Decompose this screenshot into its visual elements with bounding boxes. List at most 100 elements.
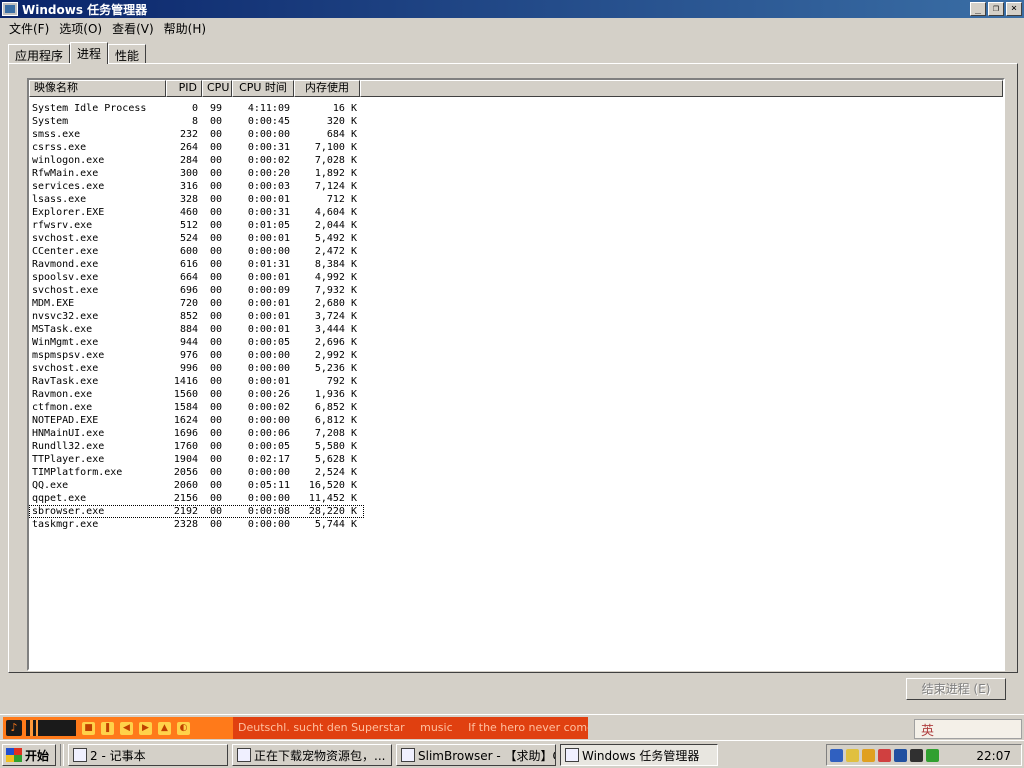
task-slimbrowser[interactable]: SlimBrowser - 【求助】C... — [396, 744, 556, 766]
cpu-time-cell: 0:00:03 — [247, 181, 290, 192]
process-row[interactable]: System Idle Process 0 99 4:11:09 16 K — [29, 102, 1003, 115]
process-name-cell: qqpet.exe — [32, 493, 87, 504]
title-bar[interactable]: Windows 任务管理器 _ ❐ × — [0, 0, 1024, 18]
process-row[interactable]: ctfmon.exe 1584 00 0:00:02 6,852 K — [29, 401, 1003, 414]
process-row[interactable]: winlogon.exe 284 00 0:00:02 7,028 K — [29, 154, 1003, 167]
start-button[interactable]: 开始 — [2, 744, 56, 766]
process-row[interactable]: mspmspsv.exe 976 00 0:00:00 2,992 K — [29, 349, 1003, 362]
column-header-pid[interactable]: PID — [166, 80, 202, 97]
column-header-cpu-time[interactable]: CPU 时间 — [232, 80, 294, 97]
pid-cell: 944 — [179, 337, 198, 348]
speaker-icon[interactable] — [846, 748, 859, 762]
process-row[interactable]: Ravmon.exe 1560 00 0:00:26 1,936 K — [29, 388, 1003, 401]
process-row[interactable]: NOTEPAD.EXE 1624 00 0:00:00 6,812 K — [29, 414, 1003, 427]
column-header-memory[interactable]: 内存使用 — [294, 80, 360, 97]
process-row[interactable]: System 8 00 0:00:45 320 K — [29, 115, 1003, 128]
qq-penguin-icon[interactable] — [910, 748, 923, 762]
process-row[interactable]: csrss.exe 264 00 0:00:31 7,100 K — [29, 141, 1003, 154]
pid-cell: 2192 — [173, 506, 198, 517]
cpu-cell: 00 — [210, 142, 223, 153]
pid-cell: 2056 — [173, 467, 198, 478]
process-name-cell: System Idle Process — [32, 103, 147, 114]
process-row[interactable]: RavTask.exe 1416 00 0:00:01 792 K — [29, 375, 1003, 388]
process-row[interactable]: CCenter.exe 600 00 0:00:00 2,472 K — [29, 245, 1003, 258]
forward-icon[interactable]: ▶ — [139, 721, 152, 735]
process-name-cell: services.exe — [32, 181, 105, 192]
process-row[interactable]: MDM.EXE 720 00 0:00:01 2,680 K — [29, 297, 1003, 310]
column-header-image-name[interactable]: 映像名称 — [29, 80, 166, 97]
umbrella-icon[interactable] — [862, 748, 875, 762]
rewind-icon[interactable]: ◀ — [120, 721, 133, 735]
column-header-cpu[interactable]: CPU — [202, 80, 232, 97]
tab-applications[interactable]: 应用程序 — [8, 44, 71, 64]
taskmgr-app-icon[interactable] — [2, 2, 18, 16]
cpu-time-cell: 0:00:09 — [247, 285, 290, 296]
memory-cell: 5,236 K — [314, 363, 357, 374]
menu-view[interactable]: 查看(V) — [107, 20, 159, 37]
cpu-cell: 00 — [210, 519, 223, 530]
process-row[interactable]: services.exe 316 00 0:00:03 7,124 K — [29, 180, 1003, 193]
task-task-manager[interactable]: Windows 任务管理器 — [560, 744, 718, 766]
clock[interactable]: 22:07 — [976, 749, 1011, 763]
process-row[interactable]: MSTask.exe 884 00 0:00:01 3,444 K — [29, 323, 1003, 336]
process-name-cell: lsass.exe — [32, 194, 87, 205]
process-row[interactable]: qqpet.exe 2156 00 0:00:00 11,452 K — [29, 492, 1003, 505]
process-row[interactable]: Ravmond.exe 616 00 0:01:31 8,384 K — [29, 258, 1003, 271]
memory-cell: 16,520 K — [308, 480, 357, 491]
menu-options[interactable]: 选项(O) — [54, 20, 107, 37]
close-button[interactable]: × — [1006, 2, 1022, 16]
status-icon[interactable] — [926, 748, 939, 762]
memory-cell: 7,100 K — [314, 142, 357, 153]
pid-cell: 1904 — [173, 454, 198, 465]
process-row[interactable]: sbrowser.exe 2192 00 0:00:08 28,220 K — [29, 505, 364, 518]
music-player: ♪ ■ ❚ ◀ ▶ ▲ ◐ — [3, 717, 233, 739]
antivirus-icon[interactable] — [894, 748, 907, 762]
process-name-cell: nvsvc32.exe — [32, 311, 99, 322]
process-row[interactable]: lsass.exe 328 00 0:00:01 712 K — [29, 193, 1003, 206]
process-row[interactable]: TTPlayer.exe 1904 00 0:02:17 5,628 K — [29, 453, 1003, 466]
process-row[interactable]: nvsvc32.exe 852 00 0:00:01 3,724 K — [29, 310, 1003, 323]
cpu-time-cell: 0:05:11 — [247, 480, 290, 491]
process-row[interactable]: TIMPlatform.exe 2056 00 0:00:00 2,524 K — [29, 466, 1003, 479]
process-row[interactable]: svchost.exe 524 00 0:00:01 5,492 K — [29, 232, 1003, 245]
process-row[interactable]: Explorer.EXE 460 00 0:00:31 4,604 K — [29, 206, 1003, 219]
process-name-cell: csrss.exe — [32, 142, 87, 153]
process-name-cell: taskmgr.exe — [32, 519, 99, 530]
process-row[interactable]: RfwMain.exe 300 00 0:00:20 1,892 K — [29, 167, 1003, 180]
process-row[interactable]: rfwsrv.exe 512 00 0:01:05 2,044 K — [29, 219, 1003, 232]
tab-processes[interactable]: 进程 — [70, 42, 109, 64]
process-row[interactable]: smss.exe 232 00 0:00:00 684 K — [29, 128, 1003, 141]
pid-cell: 512 — [179, 220, 198, 231]
cpu-cell: 00 — [210, 350, 223, 361]
memory-cell: 28,220 K — [308, 506, 357, 517]
process-list[interactable]: 映像名称 PID CPU CPU 时间 内存使用 System Idle Pro… — [27, 78, 1005, 671]
pid-cell: 1760 — [173, 441, 198, 452]
task-notepad[interactable]: 2 - 记事本 — [68, 744, 228, 766]
end-process-button[interactable]: 结束进程 (E) — [906, 678, 1006, 700]
eject-icon[interactable]: ▲ — [158, 721, 171, 735]
process-row[interactable]: spoolsv.exe 664 00 0:00:01 4,992 K — [29, 271, 1003, 284]
task-pet-download[interactable]: 正在下载宠物资源包，... — [232, 744, 392, 766]
network-icon[interactable] — [830, 748, 843, 762]
tab-performance[interactable]: 性能 — [108, 44, 147, 64]
menu-file[interactable]: 文件(F) — [4, 20, 54, 37]
player-logo-icon[interactable]: ♪ — [6, 720, 22, 736]
process-row[interactable]: Rundll32.exe 1760 00 0:00:05 5,580 K — [29, 440, 1003, 453]
volume-icon[interactable]: ◐ — [177, 721, 190, 735]
maximize-button[interactable]: ❐ — [988, 2, 1004, 16]
process-row[interactable]: QQ.exe 2060 00 0:05:11 16,520 K — [29, 479, 1003, 492]
pause-icon[interactable]: ❚ — [101, 721, 114, 735]
process-row[interactable]: svchost.exe 996 00 0:00:00 5,236 K — [29, 362, 1003, 375]
firewall-icon[interactable] — [878, 748, 891, 762]
ime-mode-label[interactable]: 英 — [921, 720, 934, 739]
process-row[interactable]: WinMgmt.exe 944 00 0:00:05 2,696 K — [29, 336, 1003, 349]
minimize-button[interactable]: _ — [970, 2, 986, 16]
cpu-cell: 00 — [210, 116, 223, 127]
menu-help[interactable]: 帮助(H) — [159, 20, 211, 37]
music-ticker[interactable]: Deutschl. sucht den Superstar music If t… — [233, 717, 588, 739]
process-row[interactable]: taskmgr.exe 2328 00 0:00:00 5,744 K — [29, 518, 1003, 531]
process-row[interactable]: HNMainUI.exe 1696 00 0:00:06 7,208 K — [29, 427, 1003, 440]
stop-icon[interactable]: ■ — [82, 721, 95, 735]
ime-toolbar[interactable]: 英 — [914, 719, 1022, 739]
process-row[interactable]: svchost.exe 696 00 0:00:09 7,932 K — [29, 284, 1003, 297]
